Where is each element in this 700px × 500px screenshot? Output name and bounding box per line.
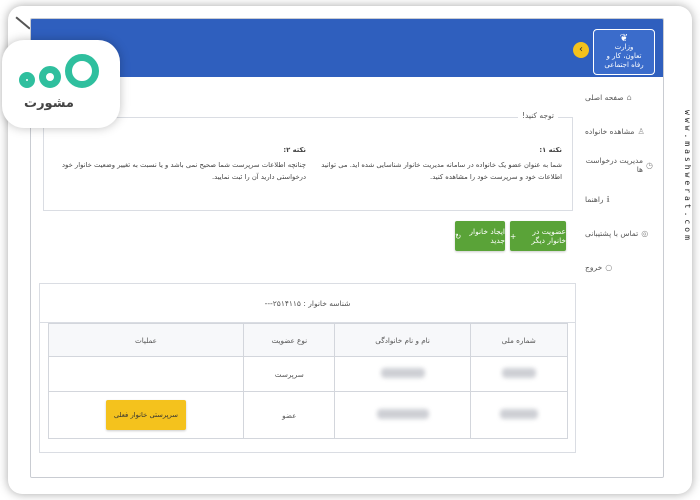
take-family-guardianship-button[interactable]: سرپرستی خانوار فعلی <box>105 400 186 430</box>
sidebar-item-view-family[interactable]: ♙ مشاهده خانواده <box>585 117 663 145</box>
full-name-cell <box>334 356 471 392</box>
main-content: توجه کنید! نکته ۱: شما به عنوان عضو یک خ… <box>31 77 585 477</box>
sidebar-item-logout[interactable]: ○ خروج <box>585 253 663 281</box>
dot-large <box>65 54 99 88</box>
home-icon: ⌂ <box>626 92 632 102</box>
full-name-cell <box>334 391 471 439</box>
exit-icon: ○ <box>605 262 613 272</box>
notice-box: توجه کنید! نکته ۱: شما به عنوان عضو یک خ… <box>43 111 573 211</box>
national-id-cell <box>469 356 568 392</box>
support-icon: ◎ <box>641 228 649 238</box>
ministry-logo: ❦ وزارت تعاون، کار و رفاه اجتماعی <box>593 29 655 75</box>
clock-icon: ◷ <box>646 160 653 170</box>
sidebar-item-label: مدیریت درخواست ها <box>585 156 644 174</box>
family-members-table: شماره ملی نام و نام خانوادگی نوع عضویت ع… <box>47 323 568 439</box>
dot-medium <box>39 66 61 88</box>
blurred-text <box>376 409 429 419</box>
column-header: نام و نام خانوادگی <box>334 323 471 357</box>
plus-icon: + <box>510 231 517 241</box>
user-icon: ♙ <box>637 126 645 136</box>
sidebar-item-label: تماس با پشتیبانی <box>585 228 639 238</box>
sidebar-item-label: خروج <box>585 262 603 272</box>
join-other-family-button[interactable]: عضویت در خانوار دیگر + <box>510 221 566 251</box>
logo-line-2: تعاون، کار و <box>606 52 642 60</box>
blurred-text <box>380 368 425 378</box>
button-label: ایجاد خانوار جدید <box>469 227 505 245</box>
sidebar-item-support[interactable]: ◎ تماس با پشتیبانی <box>585 219 663 247</box>
membership-type-cell: سرپرست <box>243 356 336 392</box>
table-row: عضو سرپرستی خانوار فعلی <box>47 391 568 439</box>
notice-note-2: نکته ۲: چنانچه اطلاعات سرپرست شما صحیح ن… <box>52 144 306 183</box>
table-row: سرپرست <box>47 356 568 392</box>
sidebar-toggle-button[interactable]: ‹ <box>573 42 589 58</box>
column-header: نوع عضویت <box>243 323 336 357</box>
watermark-brand: مشورت <box>24 96 74 111</box>
sidebar-item-help[interactable]: ℹ راهنما <box>585 185 663 213</box>
note-2-text: چنانچه اطلاعات سرپرست شما صحیح نمی باشد … <box>62 161 306 181</box>
sidebar-item-requests[interactable]: ◷ مدیریت درخواست ها <box>585 151 663 179</box>
sidebar-item-home[interactable]: ⌂ صفحه اصلی <box>585 83 663 111</box>
button-label: عضویت در خانوار دیگر <box>531 227 566 245</box>
family-id-title: شناسه خانوار : ۲۵۱۴۱۱۵--- <box>40 284 575 323</box>
notice-legend: توجه کنید! <box>517 111 558 120</box>
actions-cell <box>47 356 245 392</box>
info-icon: ℹ <box>606 194 610 204</box>
watermark-site: www.mashwerat.com <box>683 110 692 243</box>
watermark-dots-icon <box>19 54 109 94</box>
note-2-title: نکته ۲: <box>283 146 306 154</box>
membership-type-cell: عضو <box>243 391 336 439</box>
national-id-cell <box>469 391 568 439</box>
family-card: شناسه خانوار : ۲۵۱۴۱۱۵--- شماره ملی نام … <box>39 283 576 453</box>
note-1-title: نکته ۱: <box>539 146 562 154</box>
logo-line-3: رفاه اجتماعی <box>604 61 644 69</box>
actions-cell: سرپرستی خانوار فعلی <box>47 391 245 439</box>
watermark-logo: مشورت <box>2 40 120 128</box>
sidebar: ⌂ صفحه اصلی ♙ مشاهده خانواده ◷ مدیریت در… <box>584 77 663 477</box>
column-header: عملیات <box>47 323 245 357</box>
note-1-text: شما به عنوان عضو یک خانواده در سامانه مد… <box>321 161 562 181</box>
create-family-button[interactable]: ایجاد خانوار جدید ↻ <box>455 221 505 251</box>
dot-small <box>19 72 35 88</box>
sidebar-item-label: راهنما <box>585 194 604 204</box>
column-header: شماره ملی <box>469 323 568 357</box>
table-header-row: شماره ملی نام و نام خانوادگی نوع عضویت ع… <box>47 323 568 357</box>
logo-line-1: وزارت <box>614 43 634 51</box>
blurred-text <box>501 368 536 378</box>
refresh-icon: ↻ <box>455 231 462 241</box>
top-header-bar: ❦ وزارت تعاون، کار و رفاه اجتماعی ‹ <box>31 19 663 77</box>
blurred-text <box>499 409 538 419</box>
app-window: ❦ وزارت تعاون، کار و رفاه اجتماعی ‹ ⌂ صف… <box>30 18 664 478</box>
notice-note-1: نکته ۱: شما به عنوان عضو یک خانواده در س… <box>314 144 562 183</box>
sidebar-item-label: صفحه اصلی <box>585 92 624 102</box>
sidebar-item-label: مشاهده خانواده <box>585 126 635 136</box>
emblem-icon: ❦ <box>619 33 629 44</box>
